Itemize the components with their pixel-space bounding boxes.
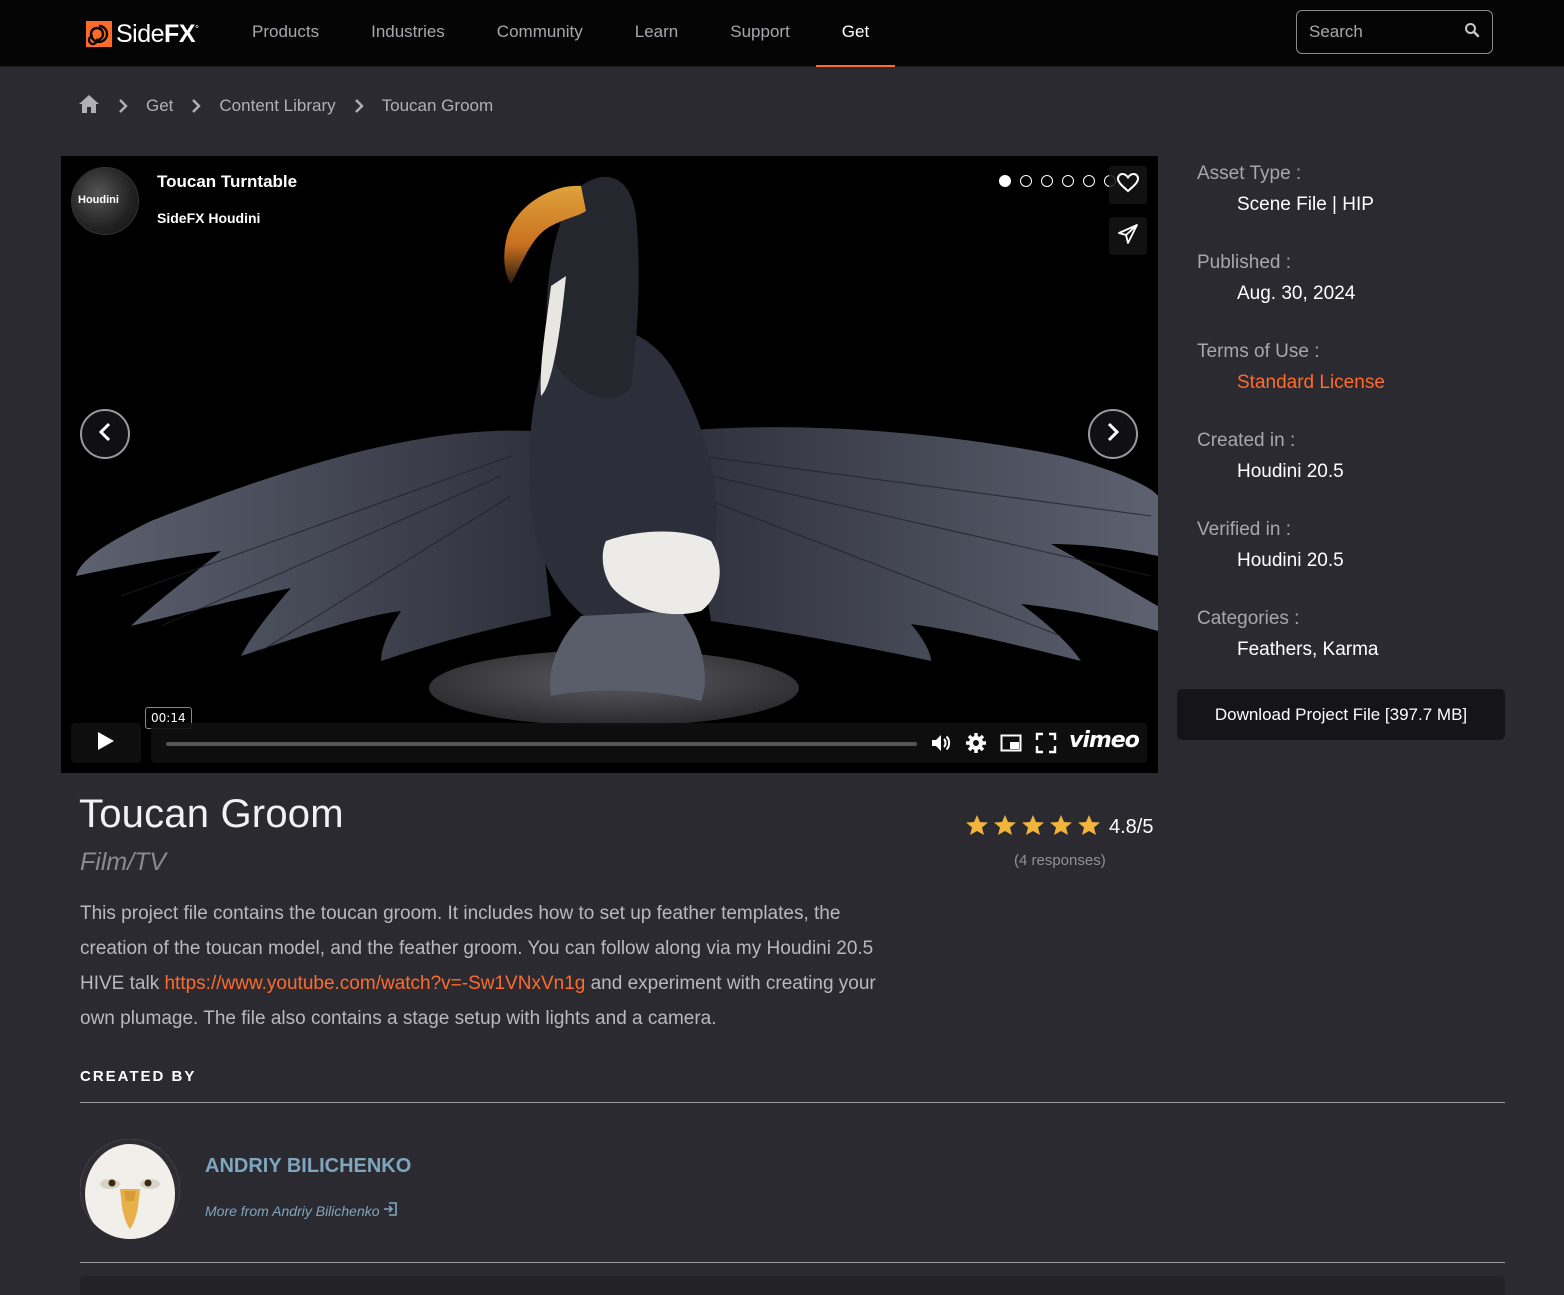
divider (80, 1102, 1505, 1103)
product-category: Film/TV (80, 848, 167, 876)
meta-label: Created in : (1197, 430, 1296, 451)
breadcrumb-current: Toucan Groom (381, 96, 494, 115)
sidefx-logo-icon (86, 21, 112, 47)
breadcrumb: Get Content Library Toucan Groom (78, 93, 493, 119)
slide-dot[interactable] (999, 175, 1011, 187)
vimeo-logo[interactable]: vimeo (1069, 728, 1140, 753)
created-by-heading: CREATED BY (80, 1068, 197, 1085)
meta-value: Houdini 20.5 (1237, 461, 1344, 482)
sidefx-logo[interactable]: SideFX° (86, 19, 199, 49)
video-controls: vimeo (71, 723, 1147, 763)
video-title[interactable]: Toucan Turntable (148, 166, 307, 198)
control-bar: vimeo (151, 723, 1147, 763)
asset-details: Asset Type : Scene File | HIP Published : A… (1197, 160, 1517, 694)
meta-label: Categories : (1197, 608, 1300, 629)
meta-value: Houdini 20.5 (1237, 550, 1344, 571)
next-section-panel (80, 1276, 1505, 1295)
slide-dot[interactable] (1020, 175, 1032, 187)
meta-row: Created in : Houdini 20.5 (1197, 427, 1517, 516)
slide-dot[interactable] (1083, 175, 1095, 187)
home-icon[interactable] (78, 94, 100, 119)
external-link-icon (383, 1202, 397, 1219)
nav-support[interactable]: Support (704, 0, 816, 67)
author-avatar[interactable] (80, 1139, 180, 1239)
brand-name: SideFX° (116, 19, 199, 48)
next-slide-button[interactable] (1088, 409, 1138, 459)
product-description: This project file contains the toucan gr… (80, 896, 910, 1036)
divider (80, 1262, 1505, 1263)
meta-label: Terms of Use : (1197, 341, 1320, 362)
meta-row: Categories : Feathers, Karma (1197, 605, 1517, 694)
share-button[interactable] (1109, 217, 1147, 255)
toucan-video-frame (76, 176, 1158, 726)
meta-label: Asset Type : (1197, 163, 1302, 184)
main-menu: Products Industries Community Learn Support G… (226, 0, 896, 67)
search-input[interactable] (1309, 22, 1449, 42)
meta-label: Verified in : (1197, 519, 1291, 540)
fullscreen-icon[interactable] (1035, 732, 1057, 759)
slide-dot[interactable] (1041, 175, 1053, 187)
star-rating[interactable] (965, 814, 1101, 836)
slide-dot[interactable] (1062, 175, 1074, 187)
more-from-author-link[interactable]: More from Andriy Bilichenko (205, 1202, 397, 1219)
play-icon (97, 731, 115, 756)
nav-get[interactable]: Get (815, 0, 896, 67)
meta-label: Published : (1197, 252, 1292, 273)
settings-gear-icon[interactable] (965, 732, 987, 759)
nav-learn[interactable]: Learn (609, 0, 704, 67)
meta-row: Terms of Use : Standard License (1197, 338, 1517, 427)
search-box[interactable] (1296, 10, 1493, 54)
heart-icon (1116, 172, 1140, 198)
meta-value: Scene File | HIP (1237, 194, 1374, 215)
meta-value: Feathers, Karma (1237, 639, 1379, 660)
picture-in-picture-icon[interactable] (1000, 732, 1022, 759)
chevron-right-icon (118, 99, 128, 113)
eagle-avatar-icon (80, 1139, 180, 1239)
chevron-left-icon (98, 422, 112, 447)
chevron-right-icon (191, 99, 202, 113)
download-project-button[interactable]: Download Project File [397.7 MB] (1177, 689, 1505, 740)
license-link[interactable]: Standard License (1237, 372, 1517, 394)
progress-track[interactable] (166, 742, 917, 746)
video-channel[interactable]: SideFX Houdini (148, 205, 270, 231)
meta-row: Published : Aug. 30, 2024 (1197, 249, 1517, 338)
slide-indicators (999, 175, 1116, 187)
nav-industries[interactable]: Industries (345, 0, 471, 67)
search-icon[interactable] (1464, 22, 1480, 43)
chevron-right-icon (1106, 422, 1120, 447)
send-icon (1118, 223, 1138, 249)
rating-value: 4.8/5 (1109, 816, 1154, 838)
breadcrumb-content-library[interactable]: Content Library (219, 96, 335, 116)
meta-value: Aug. 30, 2024 (1237, 283, 1356, 304)
top-navigation: SideFX° Products Industries Community Learn… (0, 0, 1564, 67)
chevron-right-icon (354, 99, 364, 113)
author-name[interactable]: ANDRIY BILICHENKO (205, 1155, 411, 1178)
rating-responses: (4 responses) (1014, 852, 1106, 869)
star-full-icon[interactable] (1049, 814, 1073, 836)
volume-icon[interactable] (930, 732, 952, 759)
star-full-icon[interactable] (965, 814, 989, 836)
nav-community[interactable]: Community (471, 0, 609, 67)
star-full-icon[interactable] (1077, 814, 1101, 836)
nav-products[interactable]: Products (226, 0, 345, 67)
meta-row: Verified in : Houdini 20.5 (1197, 516, 1517, 605)
channel-avatar[interactable]: Houdini (71, 167, 139, 235)
youtube-link[interactable]: https://www.youtube.com/watch?v=-Sw1VNxV… (164, 973, 585, 994)
more-from-author-label: More from Andriy Bilichenko (205, 1202, 380, 1219)
like-button[interactable] (1109, 166, 1147, 204)
star-full-icon[interactable] (993, 814, 1017, 836)
video-player[interactable]: Houdini Toucan Turntable SideFX Houdini … (61, 156, 1158, 773)
meta-row: Asset Type : Scene File | HIP (1197, 160, 1517, 249)
play-button[interactable] (71, 723, 141, 763)
channel-avatar-label: Houdini (78, 194, 119, 206)
previous-slide-button[interactable] (80, 409, 130, 459)
page-title: Toucan Groom (79, 792, 344, 836)
star-full-icon[interactable] (1021, 814, 1045, 836)
breadcrumb-get[interactable]: Get (146, 96, 173, 116)
